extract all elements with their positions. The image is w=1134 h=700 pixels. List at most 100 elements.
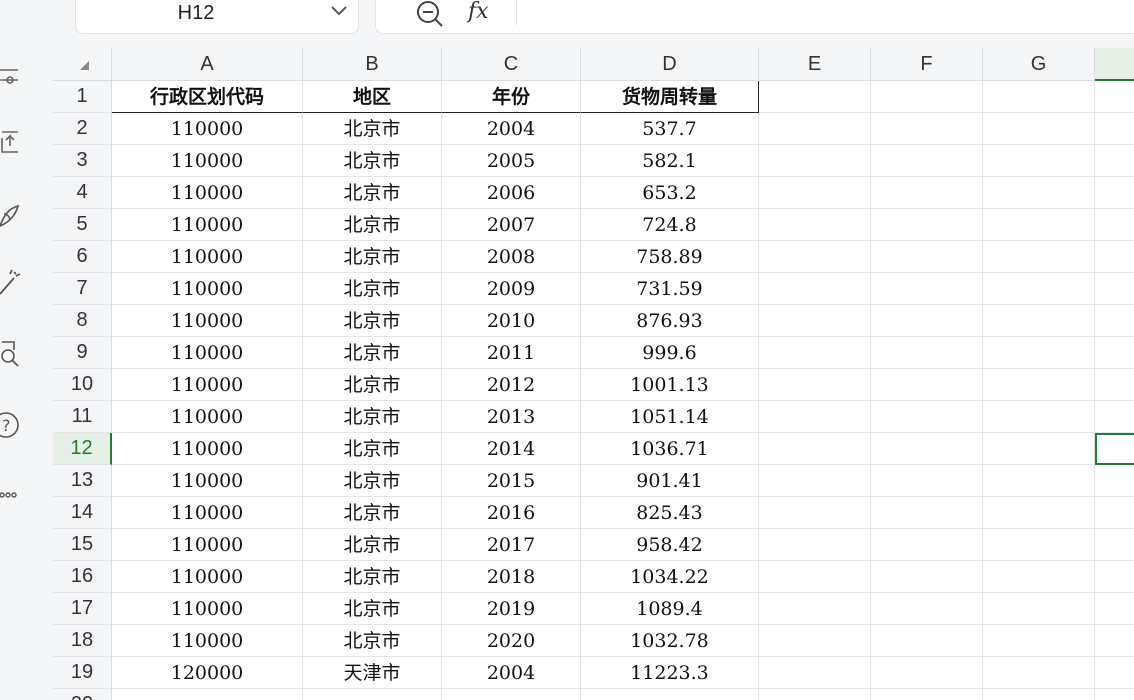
- table-cell[interactable]: [1095, 305, 1134, 337]
- table-cell[interactable]: [871, 625, 983, 657]
- table-cell[interactable]: 北京市: [303, 337, 442, 369]
- table-cell[interactable]: 731.59: [581, 273, 759, 305]
- header-cell[interactable]: 年份: [442, 81, 581, 113]
- table-cell[interactable]: 825.43: [581, 497, 759, 529]
- table-cell[interactable]: 110000: [112, 113, 303, 145]
- table-cell[interactable]: 537.7: [581, 113, 759, 145]
- header-cell[interactable]: [871, 81, 983, 113]
- table-cell[interactable]: 北京市: [303, 401, 442, 433]
- row-header-12[interactable]: 12: [53, 433, 112, 465]
- table-cell[interactable]: 110000: [112, 433, 303, 465]
- table-cell[interactable]: 120000: [112, 657, 303, 689]
- table-cell[interactable]: 1036.71: [581, 433, 759, 465]
- table-cell[interactable]: [759, 561, 871, 593]
- table-cell[interactable]: 北京市: [303, 433, 442, 465]
- table-cell[interactable]: [759, 337, 871, 369]
- spreadsheet-grid[interactable]: A B C D E F G 1 行政区划代码 地区 年份 货物周转量 2 110000 北京市 2004 537…: [53, 48, 1134, 700]
- row-header-14[interactable]: 14: [53, 497, 112, 529]
- header-cell[interactable]: 货物周转量: [581, 81, 759, 113]
- table-cell[interactable]: 2015: [442, 465, 581, 497]
- table-cell[interactable]: 110000: [112, 209, 303, 241]
- table-cell[interactable]: 1089.4: [581, 593, 759, 625]
- row-header-10[interactable]: 10: [53, 369, 112, 401]
- table-cell[interactable]: [983, 145, 1095, 177]
- table-cell[interactable]: [1095, 177, 1134, 209]
- table-cell[interactable]: [871, 401, 983, 433]
- table-cell[interactable]: 110000: [112, 465, 303, 497]
- table-cell[interactable]: 北京市: [303, 209, 442, 241]
- table-cell[interactable]: 2008: [442, 241, 581, 273]
- table-cell[interactable]: [759, 369, 871, 401]
- table-cell[interactable]: 2005: [442, 145, 581, 177]
- table-cell[interactable]: 2017: [442, 529, 581, 561]
- table-cell[interactable]: 北京市: [303, 625, 442, 657]
- table-cell[interactable]: [759, 209, 871, 241]
- table-cell[interactable]: [983, 561, 1095, 593]
- table-cell[interactable]: [871, 689, 983, 700]
- ai-leaf-icon[interactable]: [0, 200, 22, 230]
- column-header-h[interactable]: [1095, 48, 1134, 81]
- column-header-e[interactable]: E: [759, 48, 871, 81]
- table-cell[interactable]: [983, 689, 1095, 700]
- row-header-8[interactable]: 8: [53, 305, 112, 337]
- column-header-g[interactable]: G: [983, 48, 1095, 81]
- column-header-b[interactable]: B: [303, 48, 442, 81]
- header-cell[interactable]: [1095, 81, 1134, 113]
- table-cell[interactable]: 北京市: [303, 177, 442, 209]
- column-header-c[interactable]: C: [442, 48, 581, 81]
- table-cell[interactable]: 110000: [112, 401, 303, 433]
- table-cell[interactable]: [983, 369, 1095, 401]
- table-cell[interactable]: [759, 625, 871, 657]
- table-cell[interactable]: 北京市: [303, 305, 442, 337]
- row-header-20[interactable]: 20: [53, 689, 112, 700]
- table-cell[interactable]: 901.41: [581, 465, 759, 497]
- table-cell[interactable]: [759, 273, 871, 305]
- table-cell[interactable]: [983, 465, 1095, 497]
- table-cell[interactable]: 110000: [112, 625, 303, 657]
- table-cell[interactable]: 2007: [442, 209, 581, 241]
- zoom-out-icon[interactable]: [416, 0, 446, 28]
- table-cell[interactable]: 北京市: [303, 273, 442, 305]
- table-cell[interactable]: [983, 433, 1095, 465]
- table-cell[interactable]: [871, 177, 983, 209]
- table-cell[interactable]: [871, 337, 983, 369]
- table-cell[interactable]: [871, 145, 983, 177]
- header-cell[interactable]: 地区: [303, 81, 442, 113]
- table-cell[interactable]: [983, 401, 1095, 433]
- row-header-9[interactable]: 9: [53, 337, 112, 369]
- table-cell[interactable]: 2009: [442, 273, 581, 305]
- table-cell[interactable]: [1095, 241, 1134, 273]
- table-cell[interactable]: [871, 497, 983, 529]
- table-cell[interactable]: [871, 369, 983, 401]
- column-header-a[interactable]: A: [112, 48, 303, 81]
- row-header-6[interactable]: 6: [53, 241, 112, 273]
- table-cell[interactable]: 2012: [442, 369, 581, 401]
- table-cell[interactable]: [1095, 529, 1134, 561]
- table-cell[interactable]: 北京市: [303, 561, 442, 593]
- table-cell[interactable]: 北京市: [303, 465, 442, 497]
- table-cell[interactable]: 110000: [112, 337, 303, 369]
- header-cell[interactable]: [983, 81, 1095, 113]
- table-cell[interactable]: 1051.14: [581, 401, 759, 433]
- table-cell[interactable]: 1032.78: [581, 625, 759, 657]
- table-cell[interactable]: [871, 433, 983, 465]
- table-cell[interactable]: [871, 241, 983, 273]
- table-cell[interactable]: [759, 433, 871, 465]
- table-cell[interactable]: [759, 593, 871, 625]
- table-cell[interactable]: 653.2: [581, 177, 759, 209]
- row-header-16[interactable]: 16: [53, 561, 112, 593]
- table-cell[interactable]: 北京市: [303, 369, 442, 401]
- table-cell[interactable]: 2020: [442, 625, 581, 657]
- table-cell[interactable]: 758.89: [581, 241, 759, 273]
- table-cell[interactable]: 110000: [112, 497, 303, 529]
- table-cell[interactable]: [983, 625, 1095, 657]
- table-cell[interactable]: [983, 337, 1095, 369]
- table-cell[interactable]: [1095, 497, 1134, 529]
- search-doc-icon[interactable]: [0, 338, 22, 368]
- table-cell[interactable]: 北京市: [303, 593, 442, 625]
- table-cell[interactable]: [759, 497, 871, 529]
- table-cell[interactable]: 2006: [442, 177, 581, 209]
- table-cell[interactable]: [1095, 209, 1134, 241]
- filter-icon[interactable]: [0, 62, 22, 92]
- table-cell[interactable]: [1095, 625, 1134, 657]
